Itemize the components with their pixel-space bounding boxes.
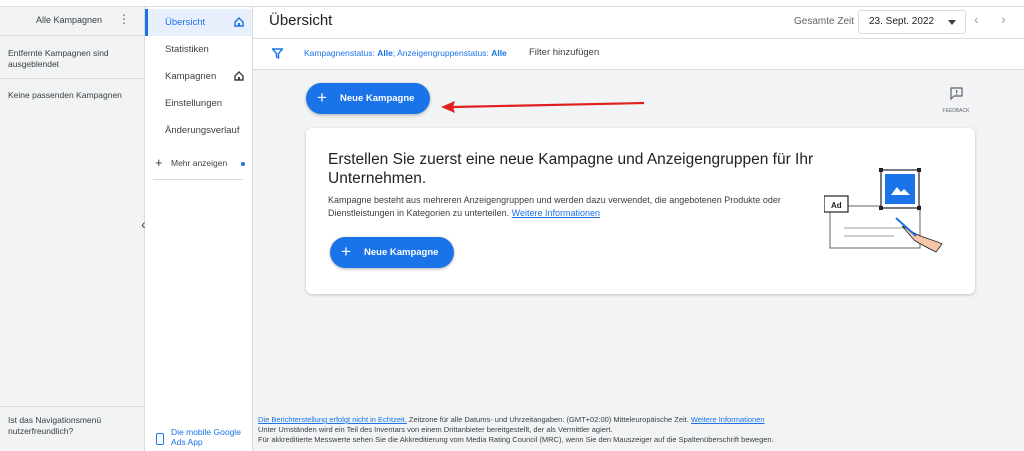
add-filter-button[interactable]: Filter hinzufügen: [529, 47, 599, 58]
nav-item-label: Kampagnen: [165, 71, 217, 82]
nav-item-label: Übersicht: [165, 17, 206, 28]
main-content: Übersicht Gesamte Zeit 23. Sept. 2022 ‹ …: [253, 7, 1024, 451]
removed-campaigns-note: Entfernte Kampagnen sind ausgeblendet: [0, 36, 144, 79]
chevron-right-icon[interactable]: ›: [1001, 11, 1006, 27]
plus-icon: +: [155, 155, 163, 170]
empty-campaigns-note: Keine passenden Kampagnen: [8, 90, 122, 100]
red-annotation-arrow: [441, 101, 645, 113]
new-campaign-card-button[interactable]: + Neue Kampagne: [330, 237, 454, 268]
adgroup-status-label: Anzeigengruppenstatus:: [397, 48, 489, 58]
side-navigation: Übersicht Statistiken Kampagnen Einstell…: [145, 7, 253, 451]
mobile-app-link[interactable]: Die mobile Google Ads App: [153, 425, 252, 451]
campaign-status-value: Alle: [377, 48, 393, 58]
chevron-left-icon[interactable]: ‹: [974, 11, 979, 27]
new-campaign-button[interactable]: + Neue Kampagne: [306, 83, 430, 114]
card-description: Kampagne besteht aus mehreren Anzeigengr…: [328, 194, 798, 220]
filter-icon[interactable]: [272, 48, 283, 59]
campaign-panel-header[interactable]: Alle Kampagnen ⋮: [0, 7, 144, 36]
nav-item-uebersicht[interactable]: Übersicht: [145, 9, 252, 36]
feedback-icon: [949, 87, 963, 101]
plus-icon: +: [341, 242, 351, 261]
create-campaign-card: Erstellen Sie zuerst eine neue Kampagne …: [306, 128, 975, 294]
nav-divider: [153, 179, 243, 180]
date-range-label: Gesamte Zeit: [794, 16, 855, 27]
caret-down-icon: [948, 20, 956, 25]
campaign-panel-title: Alle Kampagnen: [36, 15, 103, 25]
campaign-panel: Alle Kampagnen ⋮ Entfernte Kampagnen sin…: [0, 7, 145, 451]
phone-icon: [156, 433, 164, 445]
illustration-ad-label: Ad: [831, 201, 842, 210]
footer-line-2: Unter Umständen wird ein Teil des Invent…: [258, 425, 613, 434]
show-more-button[interactable]: + Mehr anzeigen: [145, 154, 252, 174]
date-range-picker[interactable]: 23. Sept. 2022: [858, 10, 966, 34]
footer-line-3: Für akkreditierte Messwerte sehen Sie di…: [258, 435, 774, 444]
new-campaign-label: Neue Kampagne: [340, 93, 415, 104]
nav-item-label: Statistiken: [165, 44, 209, 55]
nav-item-label: Änderungsverlauf: [165, 125, 240, 136]
home-icon: [234, 71, 244, 81]
adgroup-status-value: Alle: [491, 48, 507, 58]
nav-item-einstellungen[interactable]: Einstellungen: [145, 90, 252, 117]
card-heading: Erstellen Sie zuerst eine neue Kampagne …: [328, 151, 814, 187]
nav-item-aenderungsverlauf[interactable]: Änderungsverlauf: [145, 117, 252, 144]
campaign-illustration: Ad: [824, 168, 943, 253]
more-vert-icon[interactable]: ⋮: [118, 13, 130, 25]
show-more-label: Mehr anzeigen: [171, 158, 228, 168]
campaign-status-label: Kampagnenstatus:: [304, 48, 375, 58]
new-campaign-card-label: Neue Kampagne: [364, 247, 439, 258]
feedback-label: FEEDBACK: [942, 108, 970, 114]
nav-feedback-prompt[interactable]: Ist das Navigationsmenü nutzerfreundlich…: [0, 406, 144, 451]
nav-item-kampagnen[interactable]: Kampagnen: [145, 63, 252, 90]
page-header: Übersicht Gesamte Zeit 23. Sept. 2022 ‹ …: [253, 7, 1024, 39]
top-strip: [0, 0, 1024, 7]
footer-notes: Die Berichterstellung erfolgt nicht in E…: [258, 415, 958, 445]
realtime-reporting-link[interactable]: Die Berichterstellung erfolgt nicht in E…: [258, 415, 407, 424]
nav-item-label: Einstellungen: [165, 98, 223, 109]
mobile-app-label: Die mobile Google Ads App: [171, 427, 241, 447]
notification-dot: [241, 162, 245, 166]
learn-more-link[interactable]: Weitere Informationen: [512, 208, 600, 218]
nav-item-statistiken[interactable]: Statistiken: [145, 36, 252, 63]
footer-line-1: Die Berichterstellung erfolgt nicht in E…: [258, 415, 958, 425]
filter-bar: Kampagnenstatus: Alle; Anzeigengruppenst…: [253, 39, 1024, 70]
page-title: Übersicht: [269, 12, 333, 29]
plus-icon: +: [317, 88, 327, 107]
home-icon: [234, 17, 244, 27]
date-range-value: 23. Sept. 2022: [869, 16, 935, 27]
active-filters[interactable]: Kampagnenstatus: Alle; Anzeigengruppenst…: [304, 48, 507, 58]
timezone-note: Zeitzone für alle Datums- und Uhrzeitang…: [406, 415, 691, 424]
feedback-button[interactable]: FEEDBACK: [941, 87, 971, 114]
nav-feedback-question: Ist das Navigationsmenü nutzerfreundlich…: [8, 415, 102, 436]
footer-learn-more-link[interactable]: Weitere Informationen: [691, 415, 765, 424]
